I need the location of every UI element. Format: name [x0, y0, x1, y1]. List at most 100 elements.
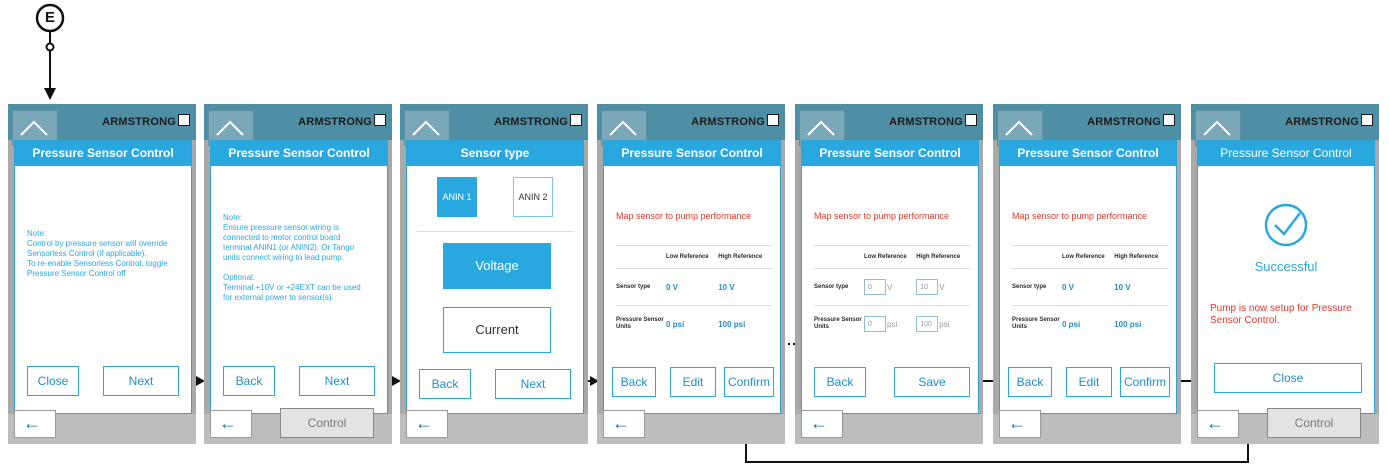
- screen-note-override: ARMSTRONG Pressure Sensor Control Note: …: [8, 104, 196, 444]
- back-arrow-button[interactable]: ←: [801, 410, 843, 438]
- home-icon: [807, 120, 835, 136]
- value-cell: 0 psi: [1062, 305, 1115, 342]
- col-high: High Reference: [916, 245, 970, 269]
- home-icon: [609, 120, 637, 136]
- screen-map-sensor: ARMSTRONG Pressure Sensor Control Map se…: [597, 104, 785, 444]
- col-high: High Reference: [718, 245, 772, 269]
- back-button[interactable]: Back: [814, 367, 866, 397]
- col-low: Low Reference: [864, 245, 917, 269]
- edit-button[interactable]: Edit: [1066, 367, 1112, 397]
- map-heading: Map sensor to pump performance: [814, 211, 950, 221]
- dialog: Pressure Sensor Control Map sensor to pu…: [801, 140, 979, 414]
- dialog-title: Pressure Sensor Control: [604, 141, 780, 166]
- back-button[interactable]: Back: [612, 367, 656, 397]
- home-icon: [412, 120, 440, 136]
- success-message: Pump is now setup for Pressure Sensor Co…: [1210, 303, 1352, 326]
- save-button[interactable]: Save: [894, 367, 970, 397]
- unit-label: V: [939, 282, 945, 292]
- back-arrow-button[interactable]: ←: [406, 410, 448, 438]
- reference-table: Low Reference High Reference Sensor type …: [814, 245, 970, 342]
- high-voltage-input[interactable]: 10: [916, 279, 939, 295]
- arrow-left-icon: ←: [415, 413, 433, 433]
- row-label: Sensor type: [1012, 268, 1062, 306]
- note-text: Note: Control by pressure sensor will ov…: [27, 229, 168, 278]
- arrow-left-icon: ←: [219, 413, 237, 433]
- start-marker-label: E: [44, 9, 55, 26]
- dialog-title: Sensor type: [407, 141, 583, 166]
- dialog: Sensor type ANIN 1 ANIN 2 Voltage Curren…: [406, 140, 584, 414]
- dialog-title: Pressure Sensor Control: [1198, 141, 1374, 166]
- close-button[interactable]: Close: [27, 366, 79, 396]
- low-voltage-input[interactable]: 0: [864, 279, 886, 295]
- row-label: Pressure Sensor Units: [814, 305, 864, 342]
- confirm-button[interactable]: Confirm: [724, 367, 774, 397]
- home-icon: [1005, 120, 1033, 136]
- home-icon: [1203, 120, 1231, 136]
- map-heading: Map sensor to pump performance: [616, 211, 752, 221]
- unit-label: V: [887, 282, 893, 292]
- back-button[interactable]: Back: [1008, 367, 1052, 397]
- row-label: Pressure Sensor Units: [1012, 305, 1062, 342]
- divider: [417, 231, 573, 232]
- unit-label: psi: [887, 319, 898, 329]
- back-arrow-button[interactable]: ←: [603, 410, 645, 438]
- brand-logo: ARMSTRONG: [889, 114, 977, 128]
- next-button[interactable]: Next: [103, 366, 179, 396]
- value-cell: 100 psi: [1114, 305, 1168, 342]
- anin1-option[interactable]: ANIN 1: [437, 177, 477, 217]
- next-button[interactable]: Next: [495, 369, 571, 399]
- brand-logo: ARMSTRONG: [494, 114, 582, 128]
- back-arrow-button[interactable]: ←: [210, 410, 252, 438]
- close-button[interactable]: Close: [1214, 363, 1362, 393]
- dialog-title: Pressure Sensor Control: [1000, 141, 1176, 166]
- col-high: High Reference: [1114, 245, 1168, 269]
- dialog: Pressure Sensor Control Map sensor to pu…: [999, 140, 1177, 414]
- success-status: Successful: [1254, 259, 1318, 274]
- value-cell: 10 V: [1114, 268, 1168, 306]
- dialog: Pressure Sensor Control Successful Pump …: [1197, 140, 1375, 414]
- control-button[interactable]: Control: [1267, 408, 1361, 438]
- dialog: Pressure Sensor Control Note: Control by…: [14, 140, 192, 414]
- map-heading: Map sensor to pump performance: [1012, 211, 1148, 221]
- col-low: Low Reference: [1062, 245, 1115, 269]
- check-circle-icon: [1264, 203, 1308, 247]
- dialog-title: Pressure Sensor Control: [802, 141, 978, 166]
- screen-confirm-mapping: ARMSTRONG Pressure Sensor Control Map se…: [993, 104, 1181, 444]
- voltage-option[interactable]: Voltage: [443, 243, 551, 289]
- dialog: Pressure Sensor Control Note: Ensure pre…: [210, 140, 388, 414]
- home-icon: [216, 120, 244, 136]
- edit-button[interactable]: Edit: [670, 367, 716, 397]
- unit-label: psi: [939, 319, 950, 329]
- control-button[interactable]: Control: [280, 408, 374, 438]
- value-cell: 100 psi: [718, 305, 772, 342]
- arrow-left-icon: ←: [23, 413, 41, 433]
- row-label: Pressure Sensor Units: [616, 305, 666, 342]
- col-low: Low Reference: [666, 245, 719, 269]
- back-button[interactable]: Back: [419, 369, 471, 399]
- confirm-button[interactable]: Confirm: [1120, 367, 1170, 397]
- low-pressure-input[interactable]: 0: [864, 316, 886, 332]
- brand-logo: ARMSTRONG: [102, 114, 190, 128]
- value-cell: 0 psi: [666, 305, 719, 342]
- value-cell: 0 V: [1062, 268, 1115, 306]
- back-button[interactable]: Back: [223, 366, 275, 396]
- brand-logo: ARMSTRONG: [1087, 114, 1175, 128]
- arrow-left-icon: ←: [1008, 413, 1026, 433]
- back-arrow-button[interactable]: ←: [999, 410, 1041, 438]
- arrow-left-icon: ←: [1206, 413, 1224, 433]
- high-pressure-input[interactable]: 100: [916, 316, 939, 332]
- value-cell: 10 V: [718, 268, 772, 306]
- reference-table: Low Reference High Reference Sensor type 0…: [1012, 245, 1168, 342]
- back-arrow-button[interactable]: ←: [1197, 410, 1239, 438]
- row-label: Sensor type: [616, 268, 666, 306]
- screen-wiring-note: ARMSTRONG Pressure Sensor Control Note: …: [204, 104, 392, 444]
- back-arrow-button[interactable]: ←: [14, 410, 56, 438]
- row-label: Sensor type: [814, 268, 864, 306]
- dialog-title: Pressure Sensor Control: [15, 141, 191, 166]
- value-cell: 0 V: [666, 268, 719, 306]
- arrow-left-icon: ←: [612, 413, 630, 433]
- anin2-option[interactable]: ANIN 2: [513, 177, 553, 217]
- next-button[interactable]: Next: [299, 366, 375, 396]
- screen-edit-mapping: ARMSTRONG Pressure Sensor Control Map se…: [795, 104, 983, 444]
- current-option[interactable]: Current: [443, 307, 551, 353]
